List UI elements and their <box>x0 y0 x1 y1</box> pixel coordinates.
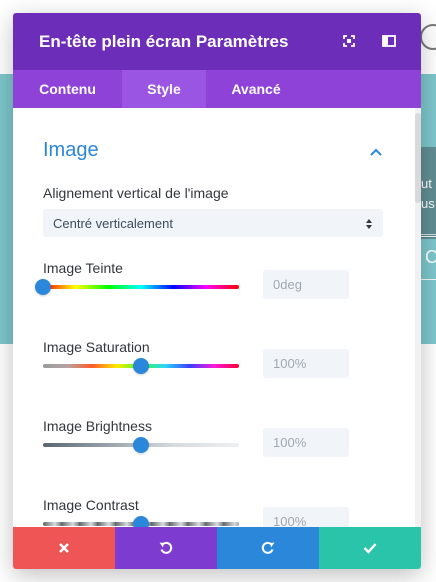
section-title-image[interactable]: Image <box>43 139 99 162</box>
background-logo-icon <box>420 24 436 50</box>
background-text-line-2: us <box>421 196 435 211</box>
saturation-label: Image Saturation <box>43 339 150 355</box>
saturation-input[interactable]: 100% <box>263 349 349 378</box>
cancel-button[interactable] <box>13 527 115 569</box>
redo-icon <box>261 541 275 554</box>
settings-content: Image Alignement vertical de l'image Cen… <box>13 108 421 527</box>
brightness-input[interactable]: 100% <box>263 428 349 457</box>
saturation-slider-handle[interactable] <box>133 358 149 374</box>
modal-footer <box>13 527 421 569</box>
hue-slider[interactable] <box>35 279 239 295</box>
hue-label: Image Teinte <box>43 260 123 276</box>
select-arrows-icon <box>365 217 373 229</box>
hue-slider-handle[interactable] <box>35 279 51 295</box>
saturation-slider[interactable] <box>43 358 239 374</box>
brightness-slider-handle[interactable] <box>133 437 149 453</box>
contrast-slider[interactable] <box>43 516 239 527</box>
settings-modal: En-tête plein écran Paramètres Contenu S… <box>13 13 421 569</box>
contrast-label: Image Contrast <box>43 497 139 513</box>
check-icon <box>363 543 377 554</box>
tab-avance[interactable]: Avancé <box>206 70 306 108</box>
settings-tabs: Contenu Style Avancé <box>13 70 421 108</box>
hue-input[interactable]: 0deg <box>263 270 349 299</box>
chevron-up-icon[interactable] <box>369 144 383 156</box>
close-icon <box>59 543 69 553</box>
brightness-slider[interactable] <box>43 437 239 453</box>
vertical-alignment-select[interactable]: Centré verticalement <box>43 209 383 237</box>
fullscreen-icon[interactable] <box>341 33 357 49</box>
background-button-label: C <box>425 247 436 267</box>
vertical-alignment-value: Centré verticalement <box>53 216 173 231</box>
scrollbar-thumb[interactable] <box>415 113 421 203</box>
redo-button[interactable] <box>217 527 319 569</box>
modal-header: En-tête plein écran Paramètres <box>13 13 421 70</box>
modal-title: En-tête plein écran Paramètres <box>39 32 289 51</box>
save-button[interactable] <box>319 527 421 569</box>
undo-button[interactable] <box>115 527 217 569</box>
brightness-label: Image Brightness <box>43 418 152 434</box>
background-text-line-1: ut <box>421 176 432 191</box>
contrast-input[interactable]: 100% <box>263 507 349 527</box>
tab-style[interactable]: Style <box>122 70 206 108</box>
tab-contenu[interactable]: Contenu <box>13 70 122 108</box>
contrast-slider-handle[interactable] <box>133 516 149 527</box>
vertical-alignment-label: Alignement vertical de l'image <box>43 185 229 201</box>
undo-icon <box>159 541 173 554</box>
sidebar-icon[interactable] <box>381 33 397 49</box>
